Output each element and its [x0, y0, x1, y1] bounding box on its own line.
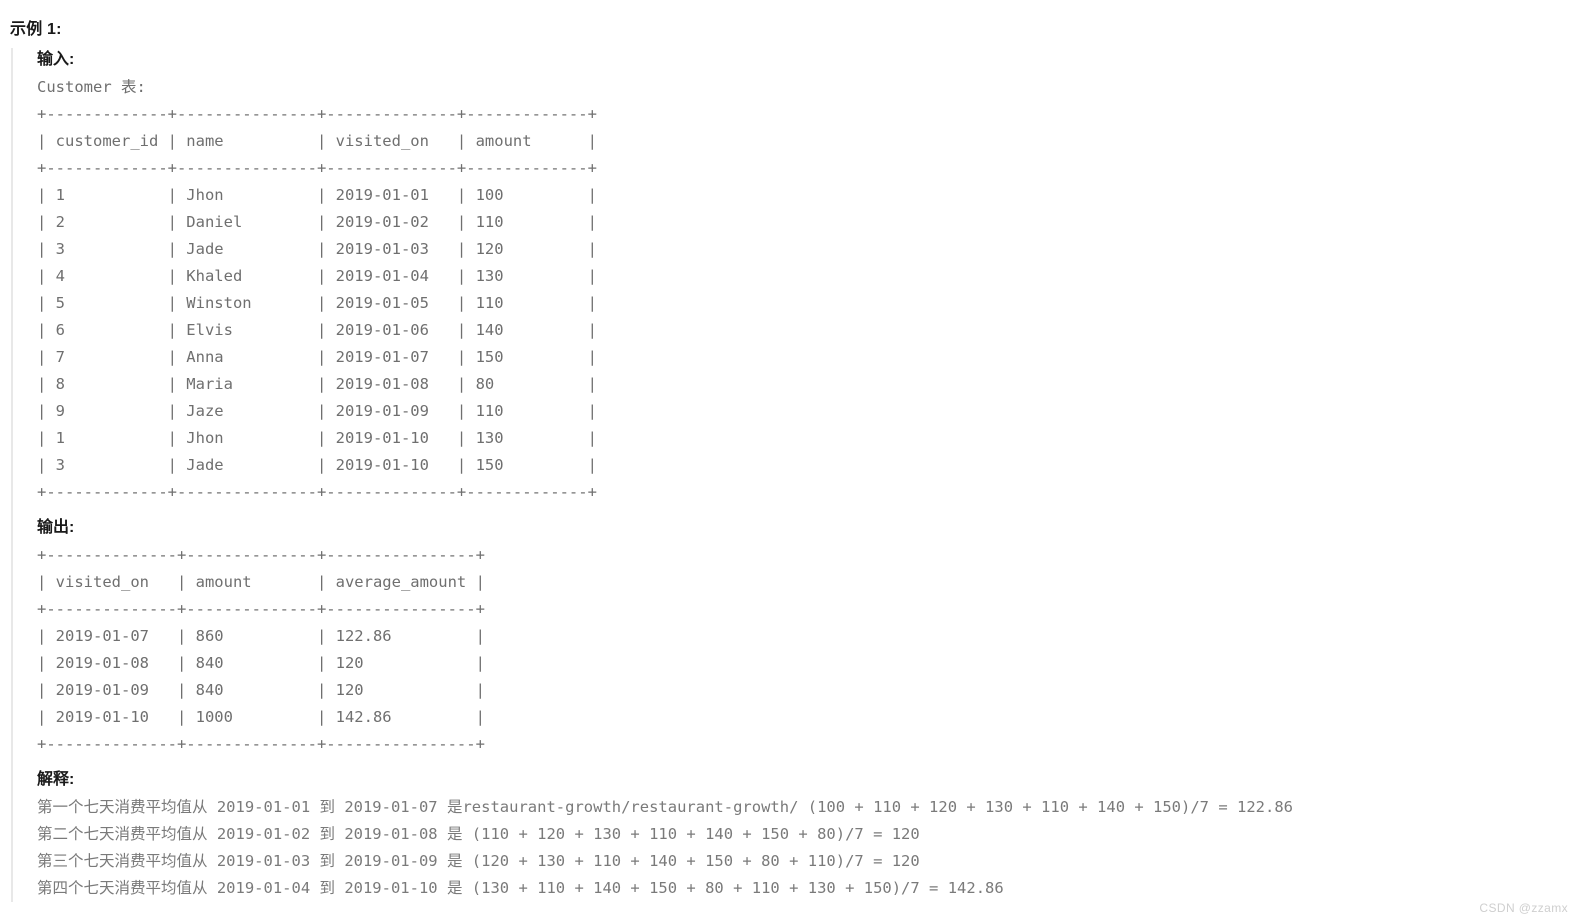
example-blockquote: 输入: Customer 表: +-------------+---------…: [11, 48, 1571, 902]
explanation-block: 第一个七天消费平均值从 2019-01-01 到 2019-01-07 是res…: [37, 798, 1293, 897]
input-table-block: Customer 表: +-------------+-------------…: [37, 78, 597, 501]
input-section-label: 输入:: [37, 51, 75, 68]
output-table-block: +--------------+--------------+---------…: [37, 546, 485, 753]
watermark: CSDN @zzamx: [1479, 901, 1568, 915]
example-page: 示例 1: 输入: Customer 表: +-------------+---…: [0, 0, 1580, 921]
output-section-label: 输出:: [37, 519, 75, 536]
page-title: 示例 1:: [10, 21, 62, 38]
explanation-section-label: 解释:: [37, 771, 75, 788]
